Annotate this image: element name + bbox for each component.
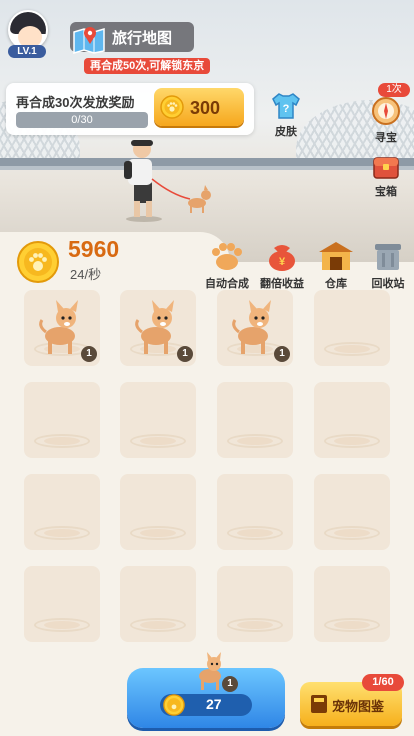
treasure-hunt-button[interactable]: 寻宝: [368, 96, 404, 145]
grid-cell[interactable]: [24, 566, 100, 642]
grid-cell[interactable]: [217, 566, 293, 642]
treasure-hunt-badge: 1次: [378, 83, 410, 97]
book-icon: [311, 695, 327, 713]
pet-level-badge: 1: [177, 346, 193, 362]
double-income-label: 翻倍收益: [260, 278, 304, 290]
coin-rate: 24/秒: [70, 267, 102, 282]
grid-cell[interactable]: [24, 382, 100, 458]
money-bag-icon: ¥: [269, 245, 295, 271]
task-progress-text: 0/30: [71, 114, 93, 126]
recycle-bin-button[interactable]: 回收站: [366, 240, 410, 291]
grid-cell[interactable]: [120, 566, 196, 642]
pet-level-badge: 1: [274, 346, 290, 362]
pet-collection-label: 宠物图鉴: [332, 699, 385, 714]
task-reward-value: 300: [190, 98, 221, 118]
double-income-button[interactable]: ¥ 翻倍收益: [258, 240, 306, 291]
pet-level-badge: 1: [81, 346, 97, 362]
grid-cell[interactable]: 1: [24, 290, 100, 366]
buy-cost-value: 27: [206, 696, 222, 712]
treasure-hunt-label: 寻宝: [375, 132, 397, 144]
shirt-icon: ?: [272, 93, 300, 119]
task-label: 再合成30次发放奖励: [16, 95, 135, 110]
svg-text:?: ?: [283, 103, 290, 115]
grid-cell[interactable]: [314, 474, 390, 550]
compass-icon: [372, 97, 400, 125]
player-level-badge: LV.1: [8, 45, 46, 58]
unlock-hint: 再合成50次,可解锁东京: [84, 58, 211, 74]
buy-pet-level-badge: 1: [222, 676, 238, 692]
svg-text:¥: ¥: [279, 256, 286, 268]
paw-icon: [212, 243, 242, 270]
grid-cell[interactable]: 1: [120, 290, 196, 366]
map-icon: [73, 27, 105, 54]
coin-icon: [160, 95, 184, 119]
coin-icon: [17, 241, 59, 283]
pet-collection-badge: 1/60: [362, 674, 404, 691]
grid-cell[interactable]: [120, 474, 196, 550]
warehouse-icon: [319, 242, 353, 270]
recycle-bin-label: 回收站: [371, 278, 405, 290]
auto-merge-button[interactable]: 自动合成: [204, 240, 250, 291]
grid-cell[interactable]: [217, 382, 293, 458]
coin-icon: [163, 694, 185, 716]
grid-cell[interactable]: [120, 382, 196, 458]
warehouse-label: 仓库: [325, 278, 347, 290]
coin-balance: 5960: [68, 236, 120, 262]
skin-button[interactable]: ? 皮肤: [266, 92, 306, 139]
chest-button[interactable]: 宝箱: [368, 154, 404, 199]
treasure-chest-icon: [373, 157, 399, 179]
grid-cell[interactable]: [314, 382, 390, 458]
warehouse-button[interactable]: 仓库: [316, 240, 356, 291]
grid-cell[interactable]: 1: [217, 290, 293, 366]
auto-merge-label: 自动合成: [205, 278, 249, 290]
trash-can-icon: [375, 244, 401, 270]
walker-with-dog: [124, 140, 211, 222]
grid-cell[interactable]: [217, 474, 293, 550]
grid-cell[interactable]: [314, 290, 390, 366]
grid-cell[interactable]: [314, 566, 390, 642]
travel-map-title: 旅行地图: [112, 30, 173, 47]
player-avatar[interactable]: [8, 10, 48, 50]
grid-cell[interactable]: [24, 474, 100, 550]
skin-label: 皮肤: [275, 126, 297, 138]
chest-label: 宝箱: [375, 186, 397, 198]
